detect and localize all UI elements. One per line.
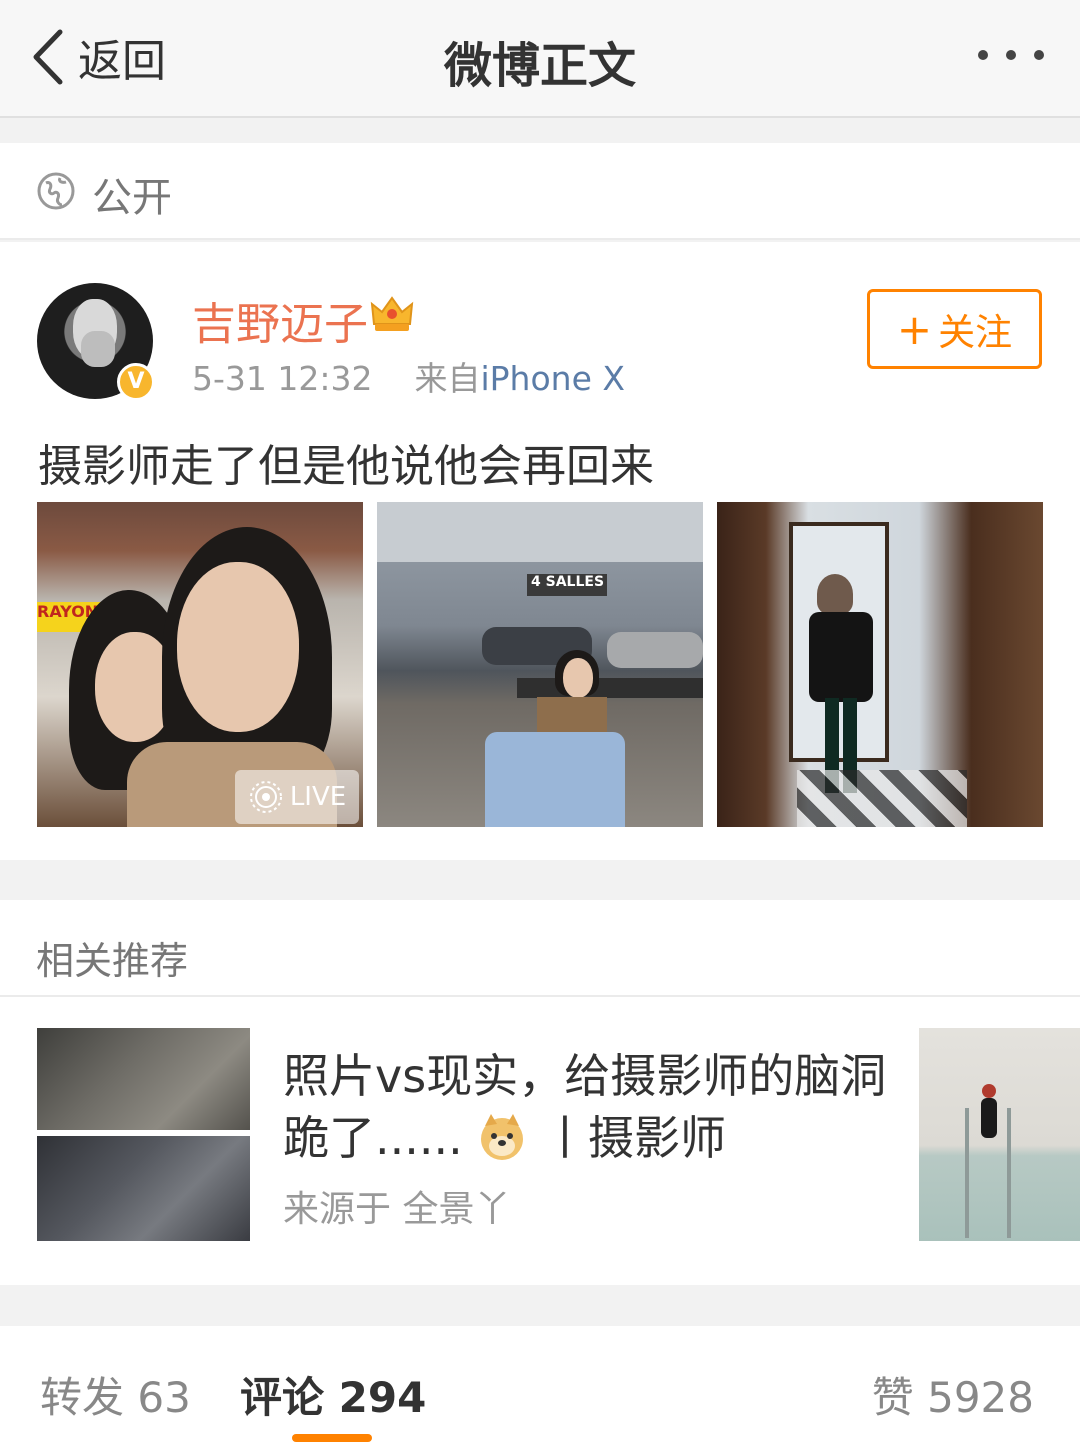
comment-count: 294: [338, 1373, 427, 1422]
live-label: LIVE: [289, 782, 347, 812]
recommend-thumbnail-2[interactable]: [919, 1028, 1080, 1241]
live-photo-badge[interactable]: LIVE: [235, 770, 359, 824]
recommend-title[interactable]: 照片vs现实，给摄影师的脑洞跪了...... 丨摄影师: [283, 1045, 893, 1169]
recommend-header: 相关推荐: [36, 939, 189, 983]
like-label: 赞: [871, 1373, 914, 1422]
cinema-sign: 4 SALLES: [527, 574, 607, 596]
related-recommendation: 相关推荐 照片vs现实，给摄影师的脑洞跪了...... 丨摄影师 来源于 全景丫: [0, 900, 1080, 1285]
visibility-row: 公开: [0, 143, 1080, 240]
visibility-label: 公开: [92, 175, 172, 221]
post-time: 5-31 12:32: [192, 359, 373, 398]
navigation-bar: 返回 微博正文: [0, 0, 1080, 118]
page-title: 微博正文: [443, 38, 636, 94]
follow-label: 关注: [938, 311, 1013, 354]
doge-emoji-icon: [481, 1114, 524, 1160]
post-meta: 5-31 12:32 来自iPhone X: [192, 352, 625, 400]
follow-button[interactable]: + 关注: [867, 289, 1042, 369]
post-text: 摄影师走了但是他说他会再回来: [38, 441, 654, 492]
repost-label: 转发: [40, 1373, 125, 1422]
like-tab[interactable]: 赞 5928: [872, 1364, 1034, 1425]
recommend-title-tail: 丨摄影师: [541, 1111, 726, 1165]
recommend-thumbnail[interactable]: [37, 1028, 250, 1241]
verified-badge-icon: V: [117, 363, 155, 401]
repost-tab[interactable]: 转发 63: [40, 1364, 191, 1425]
post-source-prefix: 来自: [414, 359, 481, 398]
recommend-source: 来源于 全景丫: [283, 1189, 511, 1230]
post-card: V 吉野迈子 5-31 12:32 来自iPhone X + 关注 摄影师走了但…: [0, 242, 1080, 860]
crown-icon[interactable]: [370, 294, 414, 334]
divider: [0, 995, 1080, 997]
post-device[interactable]: iPhone X: [480, 359, 625, 398]
post-image-1[interactable]: RAYON D'O LIVE: [37, 502, 363, 827]
like-count: 5928: [927, 1373, 1034, 1422]
avatar[interactable]: V: [37, 283, 155, 401]
active-tab-indicator: [292, 1434, 372, 1442]
post-image-3[interactable]: [717, 502, 1043, 827]
username[interactable]: 吉野迈子: [192, 288, 368, 352]
plus-icon: +: [896, 304, 933, 354]
comment-label: 评论: [240, 1373, 325, 1422]
more-dots-icon[interactable]: [978, 42, 1044, 68]
comment-tab[interactable]: 评论 294: [240, 1364, 426, 1425]
repost-count: 63: [137, 1373, 191, 1422]
live-photo-icon: [249, 781, 282, 813]
post-image-2[interactable]: 4 SALLES: [377, 502, 703, 827]
action-bar: 转发 63 评论 294 赞 5928: [0, 1326, 1080, 1452]
globe-icon: [37, 172, 75, 210]
